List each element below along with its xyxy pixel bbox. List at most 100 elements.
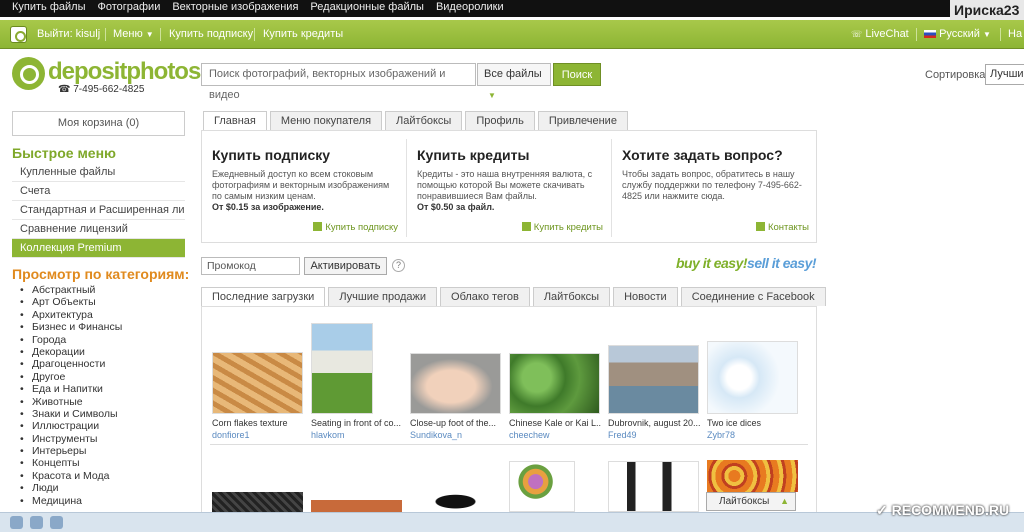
category-item[interactable]: Декорации [20, 346, 122, 358]
thumbnail-image[interactable] [311, 323, 373, 414]
activate-button[interactable]: Активировать [304, 257, 387, 275]
search-input[interactable]: Поиск фотографий, векторных изображений … [201, 63, 476, 101]
tab-profile[interactable]: Профиль [465, 111, 535, 130]
thumbnail-image[interactable] [311, 500, 402, 512]
tab-lightboxes[interactable]: Лайтбоксы [385, 111, 463, 130]
category-item[interactable]: Арт Объекты [20, 296, 122, 308]
category-item[interactable]: Архитектура [20, 309, 122, 321]
thumbnail-caption[interactable]: Two ice dices [707, 418, 799, 428]
thumbnail-image[interactable] [212, 492, 303, 512]
credits-price: От $0.50 за файл. [417, 202, 495, 212]
buy-credits-link[interactable]: Купить кредиты [263, 28, 343, 40]
browser-taskbar [0, 512, 1024, 532]
thumbnail-image[interactable] [410, 486, 501, 512]
tab-latest-uploads[interactable]: Последние загрузки [201, 287, 326, 307]
category-item[interactable]: Знаки и Символы [20, 408, 122, 420]
thumbnail-caption[interactable]: Seating in front of co... [311, 418, 403, 428]
tab-home[interactable]: Главная [203, 111, 267, 131]
category-item[interactable]: Медицина [20, 495, 122, 507]
sort-select[interactable]: Лучши [985, 64, 1024, 85]
thumbnail-image[interactable] [608, 345, 699, 414]
buy-credits-button[interactable]: Купить кредиты [522, 222, 603, 233]
category-item[interactable]: Другое [20, 371, 122, 383]
tab-gallery-lightboxes[interactable]: Лайтбоксы [532, 287, 611, 306]
tab-tag-cloud[interactable]: Облако тегов [440, 287, 530, 306]
home-icon[interactable] [10, 26, 27, 43]
thumbnail-caption[interactable]: Dubrovnik, august 20... [608, 418, 700, 428]
subscription-price: От $0.15 за изображение. [212, 202, 324, 212]
slogan-buy: buy it easy! [676, 255, 748, 271]
livechat-link[interactable]: ☏ LiveChat [851, 28, 909, 40]
help-icon[interactable]: ? [392, 259, 405, 272]
thumbnail-image[interactable] [212, 352, 303, 414]
thumbnail-image[interactable] [410, 353, 501, 414]
category-item[interactable]: Интерьеры [20, 445, 122, 457]
promo-code-input[interactable]: Промокод [201, 257, 300, 275]
thumbnail-image[interactable] [707, 460, 798, 492]
topnav-buy-files[interactable]: Купить файлы [6, 0, 91, 14]
buy-subscription-link[interactable]: Купить подписку [169, 28, 253, 40]
lightbox-toggle[interactable]: Лайтбоксы [706, 492, 796, 511]
category-item[interactable]: Еда и Напитки [20, 383, 122, 395]
tab-best-sellers[interactable]: Лучшие продажи [328, 287, 438, 306]
thumbnail-image[interactable] [509, 353, 600, 414]
logout-link[interactable]: Выйти: kisulj [37, 28, 100, 40]
thumbnail-author[interactable]: Sundikova_n [410, 430, 462, 440]
category-item[interactable]: Инструменты [20, 433, 122, 445]
buy-subscription-button[interactable]: Купить подписку [313, 222, 398, 233]
category-item[interactable]: Люди [20, 482, 122, 494]
topnav-editorial[interactable]: Редакционные файлы [304, 0, 430, 14]
stop-icon[interactable] [50, 516, 63, 529]
category-item[interactable]: Бизнес и Финансы [20, 321, 122, 333]
thumbnail-caption[interactable]: Corn flakes texture [212, 418, 304, 428]
language-label: Русский [939, 28, 980, 40]
category-item[interactable]: Города [20, 334, 122, 346]
menu-dropdown[interactable]: Меню ▼ [113, 28, 154, 40]
quick-menu-item-purchased[interactable]: Купленные файлы [12, 163, 185, 182]
tab-facebook[interactable]: Соединение с Facebook [680, 287, 826, 306]
thumbnail-caption[interactable]: Close-up foot of the... [410, 418, 502, 428]
category-item[interactable]: Животные [20, 396, 122, 408]
back-icon[interactable] [10, 516, 23, 529]
language-selector[interactable]: Русский ▼ [924, 28, 991, 40]
quick-menu-item-premium[interactable]: Коллекция Premium [12, 239, 185, 258]
thumbnail-caption[interactable]: Chinese Kale or Kai L... [509, 418, 601, 428]
category-item[interactable]: Драгоценности [20, 358, 122, 370]
category-list: Абстрактный Арт Объекты Архитектура Бизн… [20, 284, 122, 507]
thumbnail-author[interactable]: hlavkom [311, 430, 345, 440]
cart-button[interactable]: Моя корзина (0) [12, 111, 185, 136]
category-item[interactable]: Абстрактный [20, 284, 122, 296]
info-panel: Купить подписку Ежедневный доступ ко все… [201, 130, 817, 243]
quick-menu-item-licenses[interactable]: Стандартная и Расширенная лиц... [12, 201, 185, 220]
quick-menu-item-compare[interactable]: Сравнение лицензий [12, 220, 185, 239]
thumbnail-author[interactable]: donfiore1 [212, 430, 250, 440]
thumbnail-image[interactable] [509, 461, 575, 512]
category-item[interactable]: Красота и Мода [20, 470, 122, 482]
thumbnail-author[interactable]: cheechew [509, 430, 550, 440]
category-item[interactable]: Концепты [20, 457, 122, 469]
contacts-button[interactable]: Контакты [756, 222, 809, 233]
thumbnail-author[interactable]: Fred49 [608, 430, 637, 440]
main-tabs: Главная Меню покупателя Лайтбоксы Профил… [203, 111, 628, 131]
tab-buyer-menu[interactable]: Меню покупателя [269, 111, 383, 130]
refresh-icon[interactable] [30, 516, 43, 529]
category-item[interactable]: Иллюстрации [20, 420, 122, 432]
topnav-photos[interactable]: Фотографии [91, 0, 166, 14]
tab-referral[interactable]: Привлечение [537, 111, 628, 130]
quick-menu-item-invoices[interactable]: Счета [12, 182, 185, 201]
menu-label: Меню [113, 28, 143, 40]
thumbnail-author[interactable]: Zybr78 [707, 430, 735, 440]
topnav-vectors[interactable]: Векторные изображения [166, 0, 304, 14]
search-button[interactable]: Поиск [553, 63, 601, 86]
chat-icon: ☏ [851, 29, 863, 39]
livechat-label: LiveChat [865, 28, 909, 40]
topnav-videos[interactable]: Видеоролики [430, 0, 510, 14]
thumbnail-image[interactable] [608, 461, 699, 512]
thumbnail-image[interactable] [707, 341, 798, 414]
separator [916, 28, 917, 41]
next-link[interactable]: На [1008, 28, 1022, 40]
file-type-select[interactable]: Все файлы ▼ [477, 63, 551, 100]
subscription-block: Купить подписку Ежедневный доступ ко все… [202, 131, 406, 243]
credits-title: Купить кредиты [417, 147, 530, 163]
tab-news[interactable]: Новости [613, 287, 678, 306]
